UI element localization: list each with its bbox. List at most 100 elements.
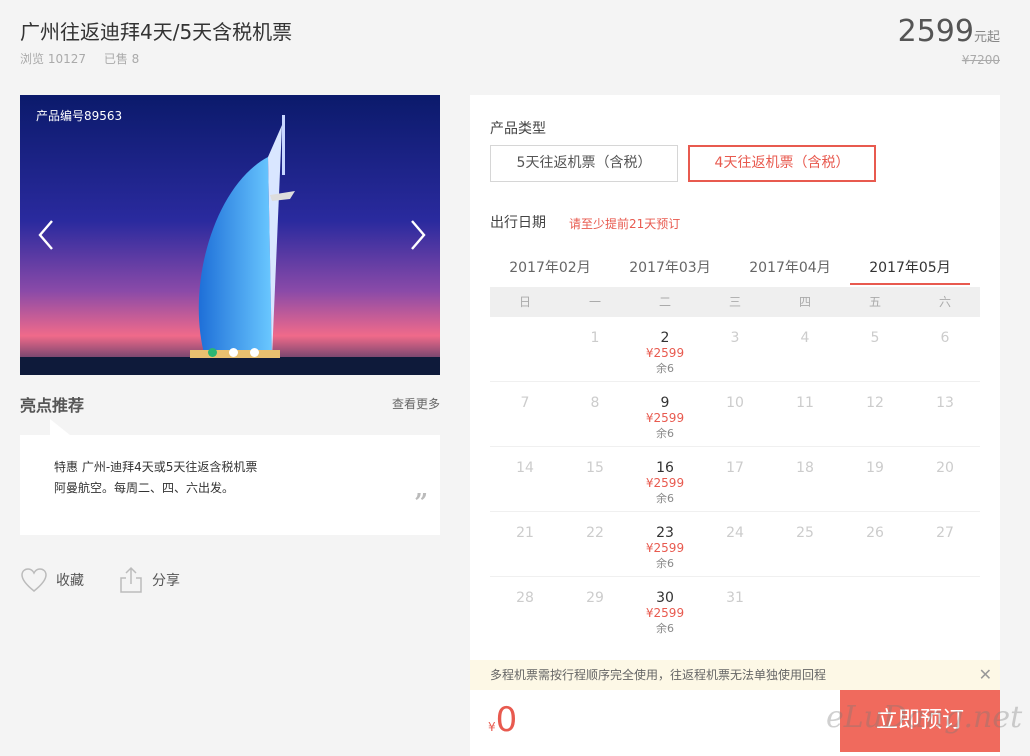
- action-bar: 收藏 分享: [20, 566, 180, 594]
- day-number: 28: [516, 590, 534, 606]
- carousel-dots: [208, 348, 259, 357]
- currency-symbol: ¥: [488, 720, 496, 734]
- day-number: 9: [660, 395, 670, 411]
- calendar-day-available[interactable]: 9 ¥2599 余6: [630, 382, 700, 446]
- day-remaining: 余6: [656, 557, 674, 570]
- original-price: ¥7200: [961, 53, 1000, 67]
- day-number: 24: [726, 525, 744, 541]
- month-tabs: 2017年02月 2017年03月 2017年04月 2017年05月: [490, 257, 980, 285]
- product-type-label: 产品类型: [490, 121, 546, 137]
- product-title: 广州往返迪拜4天/5天含税机票: [20, 20, 293, 44]
- day-price: ¥2599: [645, 606, 685, 620]
- calendar-day: 27: [910, 512, 980, 576]
- calendar-day: 28: [490, 577, 560, 642]
- weekday-sun: 日: [518, 295, 531, 309]
- highlights-card: 特惠 广州-迪拜4天或5天往返含税机票 阿曼航空。每周二、四、六出发。 ”: [20, 419, 440, 535]
- weekday-mon: 一: [588, 295, 601, 309]
- product-image-carousel[interactable]: 产品编号89563: [20, 95, 440, 375]
- day-number: 25: [796, 525, 814, 541]
- calendar-day: 14: [490, 447, 560, 511]
- total-value: 0: [495, 700, 518, 740]
- month-tab-apr[interactable]: 2017年04月: [730, 257, 850, 285]
- type-option-4day[interactable]: 4天往返机票（含税）: [688, 145, 876, 182]
- calendar-week-row: 7 8 9 ¥2599 余6 10 11 12 13: [490, 382, 980, 447]
- highlights-heading: 亮点推荐: [20, 396, 85, 415]
- day-number: 27: [936, 525, 954, 541]
- calendar-day: 31: [700, 577, 770, 642]
- weekday-wed: 三: [728, 295, 741, 309]
- highlights-line-1: 特惠 广州-迪拜4天或5天往返含税机票: [54, 460, 258, 474]
- notice-text: 多程机票需按行程顺序完全使用，往返程机票无法单独使用回程: [490, 668, 827, 682]
- watermark: eLuDang.net: [826, 700, 1023, 735]
- day-price: ¥2599: [645, 411, 685, 425]
- calendar-day-available[interactable]: 30 ¥2599 余6: [630, 577, 700, 642]
- product-code: 产品编号89563: [36, 109, 123, 123]
- carousel-dot-2[interactable]: [229, 348, 238, 357]
- day-number: 18: [796, 460, 814, 476]
- calendar-day: 19: [840, 447, 910, 511]
- calendar-day: 21: [490, 512, 560, 576]
- day-number: 19: [866, 460, 884, 476]
- calendar-day: [490, 317, 560, 381]
- heart-icon: [21, 568, 47, 592]
- day-number: 1: [590, 330, 600, 346]
- calendar-day-available[interactable]: 16 ¥2599 余6: [630, 447, 700, 511]
- chevron-left-icon[interactable]: [32, 215, 62, 255]
- calendar-day: [840, 577, 910, 642]
- day-number: 15: [586, 460, 604, 476]
- quote-icon: ”: [414, 488, 428, 517]
- calendar-week-row: 21 22 23 ¥2599 余6 24 25 26 27: [490, 512, 980, 577]
- day-price: ¥2599: [645, 346, 685, 360]
- calendar-day: 12: [840, 382, 910, 446]
- day-number: 23: [656, 525, 674, 541]
- favorite-button[interactable]: 收藏: [20, 566, 84, 594]
- calendar-day: 8: [560, 382, 630, 446]
- total-price: ¥0: [488, 700, 517, 740]
- calendar-day: 15: [560, 447, 630, 511]
- type-option-5day[interactable]: 5天往返机票（含税）: [490, 145, 678, 182]
- month-tab-mar[interactable]: 2017年03月: [610, 257, 730, 285]
- calendar-week-row: 14 15 16 ¥2599 余6 17 18 19 20: [490, 447, 980, 512]
- day-number: 31: [726, 590, 744, 606]
- carousel-dot-1[interactable]: [208, 348, 217, 357]
- calendar-day: 25: [770, 512, 840, 576]
- product-meta: 浏览 10127 已售 8: [20, 50, 153, 67]
- day-number: 3: [730, 330, 740, 346]
- calendar-day: [770, 577, 840, 642]
- day-number: 2: [660, 330, 670, 346]
- close-icon[interactable]: ✕: [979, 660, 992, 690]
- day-number: 26: [866, 525, 884, 541]
- calendar-day: 26: [840, 512, 910, 576]
- calendar-day: 22: [560, 512, 630, 576]
- day-number: 4: [800, 330, 810, 346]
- day-number: 30: [656, 590, 674, 606]
- day-price: ¥2599: [645, 541, 685, 555]
- card-notch: [50, 419, 70, 435]
- day-number: 8: [590, 395, 600, 411]
- month-tab-feb[interactable]: 2017年02月: [490, 257, 610, 285]
- calendar-day-available[interactable]: 23 ¥2599 余6: [630, 512, 700, 576]
- burj-al-arab-image: [20, 95, 440, 375]
- chevron-right-icon[interactable]: [402, 215, 432, 255]
- share-button[interactable]: 分享: [118, 566, 180, 594]
- carousel-dot-3[interactable]: [250, 348, 259, 357]
- calendar-day: 20: [910, 447, 980, 511]
- calendar-day: 1: [560, 317, 630, 381]
- share-label: 分享: [152, 573, 180, 589]
- day-remaining: 余6: [656, 492, 674, 505]
- view-count: 浏览 10127: [20, 52, 86, 66]
- month-tab-may[interactable]: 2017年05月: [850, 257, 970, 285]
- calendar-week-row: 1 2 ¥2599 余6 3 4 5 6: [490, 317, 980, 382]
- calendar-day: 18: [770, 447, 840, 511]
- calendar-day: 5: [840, 317, 910, 381]
- day-number: 21: [516, 525, 534, 541]
- weekday-header: 日 一 二 三 四 五 六: [490, 287, 980, 317]
- day-number: 6: [940, 330, 950, 346]
- see-more-link[interactable]: 查看更多: [392, 395, 440, 412]
- day-remaining: 余6: [656, 622, 674, 635]
- day-number: 5: [870, 330, 880, 346]
- day-remaining: 余6: [656, 362, 674, 375]
- highlights-header: 亮点推荐 查看更多: [20, 392, 440, 416]
- calendar-day-available[interactable]: 2 ¥2599 余6: [630, 317, 700, 381]
- calendar-day: [910, 577, 980, 642]
